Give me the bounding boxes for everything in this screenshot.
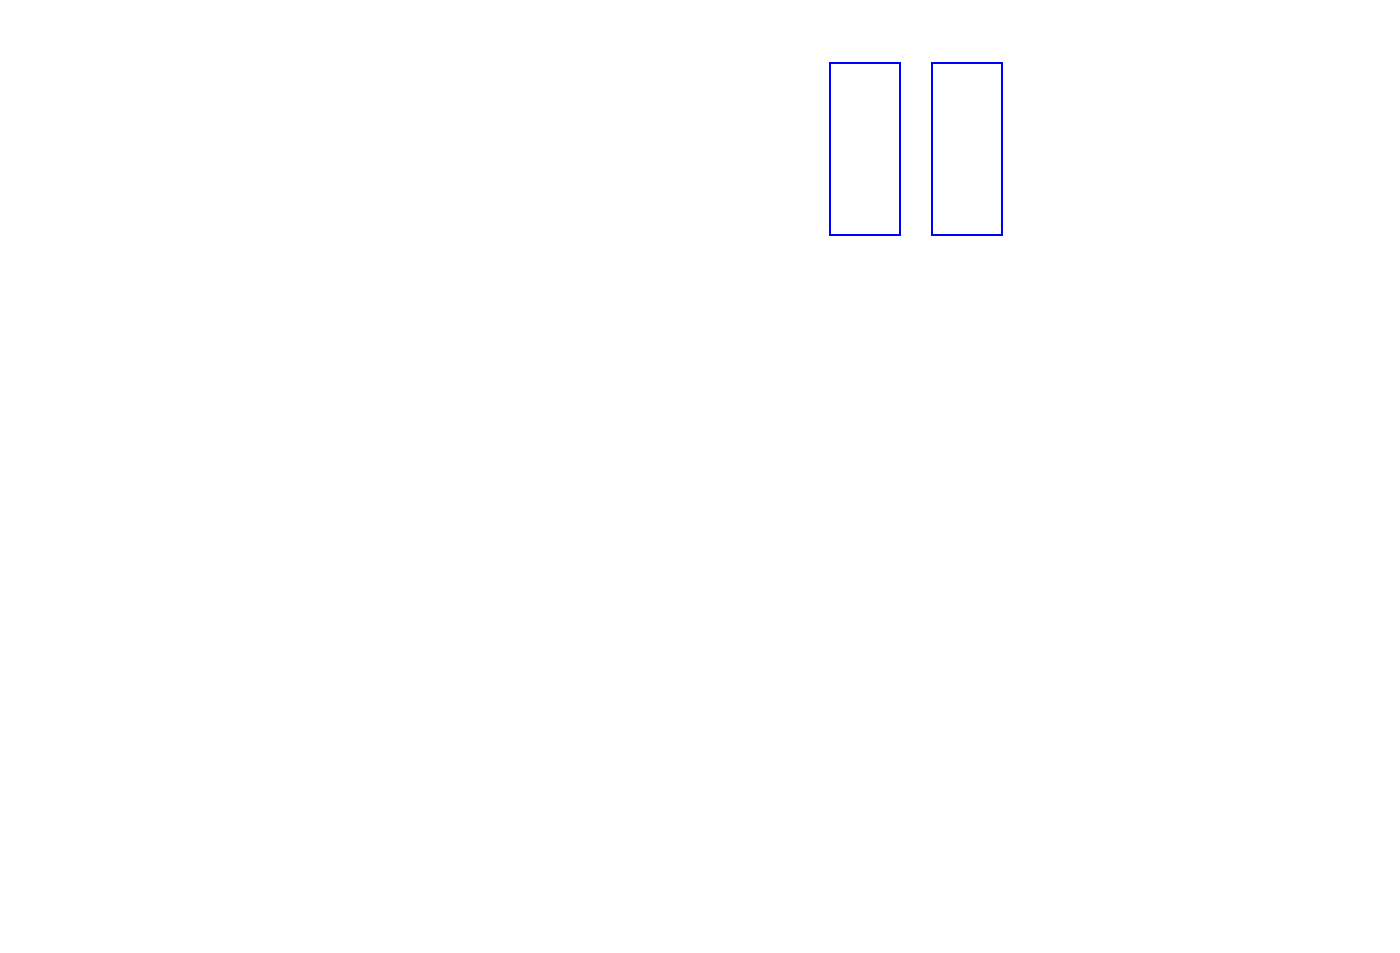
clean-image (931, 62, 1003, 236)
hsc-cutout-plot (414, 528, 608, 700)
full-spectrum-plot (85, 262, 1315, 462)
lineflux-map-plot (229, 528, 423, 700)
elixer-report-page (0, 0, 1400, 953)
withsky-image (829, 62, 901, 236)
line-fit-plot (1010, 42, 1355, 237)
summary-header (53, 6, 128, 21)
fiber-positions-plot (44, 528, 238, 700)
